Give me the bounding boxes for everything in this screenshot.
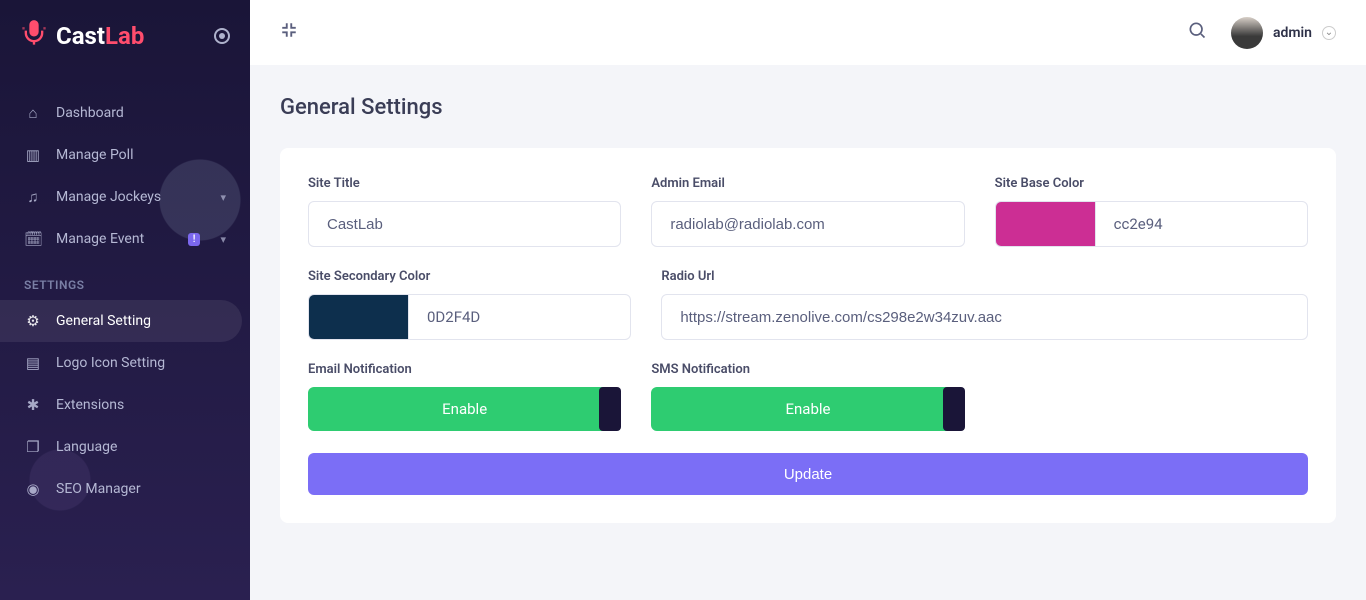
secondary-color-value[interactable]: 0D2F4D	[408, 294, 631, 340]
base-color-input-wrap: cc2e94	[995, 201, 1308, 247]
sms-notification-label: SMS Notification	[651, 362, 964, 377]
sms-notification-toggle[interactable]: Enable	[651, 387, 964, 431]
admin-email-label: Admin Email	[651, 176, 964, 191]
sidebar-item-manage-jockeys[interactable]: ♫ Manage Jockeys ▾	[0, 176, 250, 218]
poll-icon: ▥	[24, 146, 42, 164]
mic-icon	[20, 19, 48, 54]
user-name: admin	[1273, 25, 1312, 41]
sidebar-item-label: Manage Event	[56, 231, 144, 247]
secondary-color-label: Site Secondary Color	[308, 269, 631, 284]
secondary-color-group: Site Secondary Color 0D2F4D	[308, 269, 631, 340]
sidebar-item-manage-event[interactable]: 🗓 Manage Event ! ▾	[0, 218, 250, 260]
base-color-label: Site Base Color	[995, 176, 1308, 191]
radio-url-group: Radio Url	[661, 269, 1308, 340]
page-title: General Settings	[280, 95, 1336, 120]
toggle-handle	[599, 387, 621, 431]
secondary-color-swatch[interactable]	[308, 294, 408, 340]
chevron-down-icon: ▾	[220, 233, 226, 246]
app-logo[interactable]: CastLab	[20, 19, 144, 54]
puzzle-icon: ✱	[24, 396, 42, 414]
chevron-down-icon: ⌄	[1322, 26, 1336, 40]
base-color-group: Site Base Color cc2e94	[995, 176, 1308, 247]
sidebar-item-label: Logo Icon Setting	[56, 355, 165, 371]
sidebar-item-label: SEO Manager	[56, 481, 141, 497]
logo-area: CastLab	[0, 0, 250, 72]
radio-url-label: Radio Url	[661, 269, 1308, 284]
admin-email-input[interactable]	[651, 201, 964, 247]
sidebar-item-label: Manage Jockeys	[56, 189, 161, 205]
sidebar-item-manage-poll[interactable]: ▥ Manage Poll	[0, 134, 250, 176]
sms-notification-group: SMS Notification Enable	[651, 362, 964, 431]
topbar: admin ⌄	[250, 0, 1366, 65]
sidebar-item-extensions[interactable]: ✱ Extensions	[0, 384, 250, 426]
radio-url-input[interactable]	[661, 294, 1308, 340]
sidebar-collapse-toggle[interactable]	[214, 28, 230, 44]
sidebar: CastLab ⌂ Dashboard ▥ Manage Poll ♫ Mana…	[0, 0, 250, 600]
globe-icon: ◉	[24, 480, 42, 498]
sidebar-item-seo-manager[interactable]: ◉ SEO Manager	[0, 468, 250, 510]
base-color-value[interactable]: cc2e94	[1095, 201, 1308, 247]
sidebar-item-label: Extensions	[56, 397, 124, 413]
sidebar-item-label: General Setting	[56, 313, 151, 329]
toggle-state: Enable	[785, 400, 830, 418]
toggle-state: Enable	[442, 400, 487, 418]
email-notification-group: Email Notification Enable	[308, 362, 621, 431]
headphones-icon: ♫	[24, 188, 42, 206]
sidebar-item-label: Manage Poll	[56, 147, 133, 163]
nav-section-header: SETTINGS	[0, 260, 250, 300]
nav: ⌂ Dashboard ▥ Manage Poll ♫ Manage Jocke…	[0, 72, 250, 530]
site-title-input[interactable]	[308, 201, 621, 247]
fullscreen-exit-icon[interactable]	[280, 21, 298, 44]
sidebar-item-dashboard[interactable]: ⌂ Dashboard	[0, 92, 250, 134]
home-icon: ⌂	[24, 104, 42, 122]
search-icon[interactable]	[1187, 20, 1207, 45]
spacer	[995, 362, 1308, 431]
sidebar-item-logo-icon-setting[interactable]: ▤ Logo Icon Setting	[0, 342, 250, 384]
sidebar-item-label: Language	[56, 439, 117, 455]
sidebar-item-label: Dashboard	[56, 105, 124, 121]
secondary-color-input-wrap: 0D2F4D	[308, 294, 631, 340]
language-icon: ❐	[24, 438, 42, 456]
settings-card: Site Title Admin Email Site Base Color c…	[280, 148, 1336, 523]
base-color-swatch[interactable]	[995, 201, 1095, 247]
sidebar-item-language[interactable]: ❐ Language	[0, 426, 250, 468]
main: admin ⌄ General Settings Site Title Admi…	[250, 0, 1366, 600]
logo-text: CastLab	[56, 22, 144, 50]
image-icon: ▤	[24, 354, 42, 372]
toggle-handle	[943, 387, 965, 431]
gear-icon: ⚙	[24, 312, 42, 330]
site-title-label: Site Title	[308, 176, 621, 191]
sidebar-item-general-setting[interactable]: ⚙ General Setting	[0, 300, 242, 342]
topbar-right: admin ⌄	[1187, 17, 1336, 49]
admin-email-group: Admin Email	[651, 176, 964, 247]
calendar-icon: 🗓	[24, 230, 42, 248]
chevron-down-icon: ▾	[220, 191, 226, 204]
email-notification-label: Email Notification	[308, 362, 621, 377]
user-menu[interactable]: admin ⌄	[1231, 17, 1336, 49]
email-notification-toggle[interactable]: Enable	[308, 387, 621, 431]
badge: !	[188, 233, 201, 246]
site-title-group: Site Title	[308, 176, 621, 247]
avatar	[1231, 17, 1263, 49]
update-button[interactable]: Update	[308, 453, 1308, 495]
content: General Settings Site Title Admin Email …	[250, 65, 1366, 553]
